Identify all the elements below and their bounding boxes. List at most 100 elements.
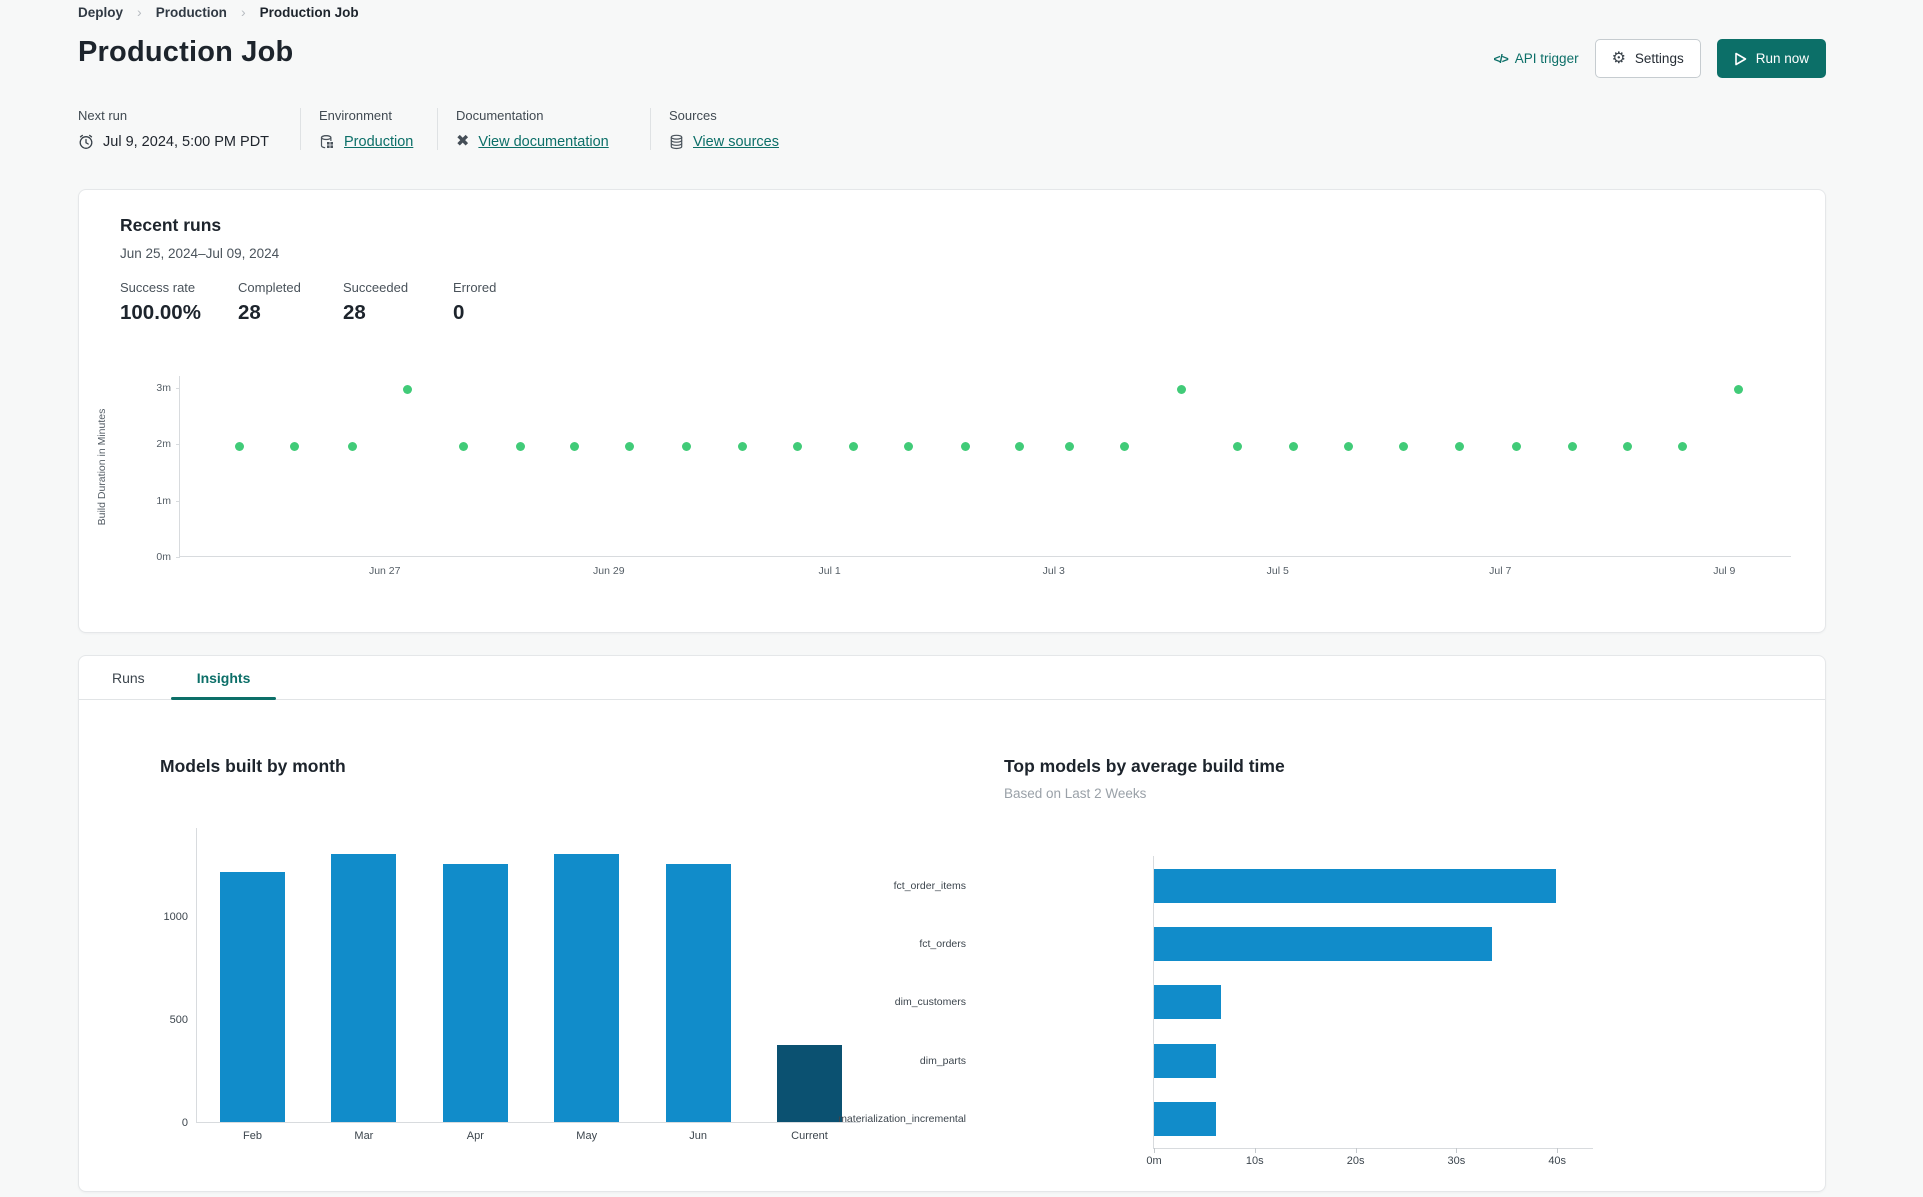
- sources-label: Sources: [669, 108, 717, 123]
- build-duration-plot-area: 3m 2m 1m 0m Jun 27 Jun 29 Jul 1 Jul 3 Jul 5 Jul 7…: [156, 376, 1791, 577]
- x-tick-label: 20s: [1346, 1155, 1365, 1167]
- run-duration-point[interactable]: [1511, 441, 1521, 451]
- next-run-label: Next run: [78, 108, 128, 123]
- clock-icon: [78, 134, 94, 150]
- run-duration-point[interactable]: [1232, 441, 1242, 451]
- run-duration-point[interactable]: [289, 441, 299, 451]
- run-duration-point[interactable]: [1734, 385, 1744, 395]
- build-time-bar-dim_customers[interactable]: [1154, 985, 1221, 1020]
- x-tick-mark: [1355, 1148, 1357, 1153]
- run-duration-point[interactable]: [904, 441, 914, 451]
- run-duration-point[interactable]: [235, 441, 245, 451]
- header-actions: </> API trigger ⚙ Settings Run now: [1493, 39, 1826, 78]
- x-tick-label: Jun 27: [368, 565, 401, 577]
- build-time-bar-fct_orders[interactable]: [1154, 927, 1492, 962]
- x-tick-mark: [1456, 1148, 1458, 1153]
- x-tick-mark: [1557, 1148, 1559, 1153]
- run-duration-point[interactable]: [960, 441, 970, 451]
- view-sources-link[interactable]: View sources: [693, 134, 779, 150]
- x-tick-label: 30s: [1447, 1155, 1466, 1167]
- x-tick-mark: [1254, 1148, 1256, 1153]
- documentation-label: Documentation: [456, 108, 544, 123]
- run-duration-point[interactable]: [681, 441, 691, 451]
- model-label-dim_customers: dim_customers: [894, 996, 966, 1009]
- x-tick-label: Jul 1: [818, 565, 841, 577]
- run-duration-point[interactable]: [515, 441, 525, 451]
- y-tick-label: 1m: [156, 494, 171, 507]
- y-tick-mark: [176, 557, 180, 558]
- run-now-label: Run now: [1755, 51, 1809, 66]
- x-tick-label: 40s: [1548, 1155, 1567, 1167]
- run-duration-point[interactable]: [1120, 441, 1130, 451]
- meta-sources: Sources View sources: [650, 108, 809, 150]
- run-duration-point[interactable]: [1344, 441, 1354, 451]
- run-duration-point[interactable]: [738, 441, 748, 451]
- meta-environment: Environment Production: [300, 108, 437, 150]
- model-label-fct_orders: fct_orders: [919, 938, 966, 951]
- view-documentation-link[interactable]: View documentation: [478, 134, 608, 150]
- dbt-docs-icon: ✖: [456, 133, 470, 150]
- run-duration-point[interactable]: [1289, 441, 1299, 451]
- run-duration-point[interactable]: [1399, 441, 1408, 451]
- environment-database-icon: [319, 134, 335, 150]
- run-duration-point[interactable]: [402, 385, 412, 395]
- x-tick-label: Jul 3: [1042, 565, 1065, 577]
- y-tick-mark: [176, 444, 180, 446]
- x-tick-label: 10s: [1245, 1155, 1264, 1167]
- run-duration-point[interactable]: [459, 441, 469, 451]
- settings-button[interactable]: ⚙ Settings: [1594, 39, 1701, 78]
- run-duration-point[interactable]: [849, 441, 859, 451]
- gear-icon: ⚙: [1611, 49, 1626, 67]
- top-models-x-axis-line: [1153, 1148, 1593, 1149]
- code-icon: </>: [1493, 51, 1508, 66]
- settings-label: Settings: [1634, 51, 1684, 66]
- x-tick-label: Jul 5: [1266, 565, 1289, 577]
- x-tick-label: Jun 29: [593, 565, 625, 577]
- next-run-value: Jul 9, 2024, 5:00 PM PDT: [103, 134, 270, 150]
- run-duration-point[interactable]: [1065, 441, 1075, 451]
- model-label-materialization_incremental: materialization_incremental: [838, 1112, 966, 1125]
- run-duration-point[interactable]: [1623, 441, 1633, 451]
- y-tick-label: 3m: [156, 382, 171, 394]
- breadcrumb: Deploy › Production › Production Job: [78, 4, 359, 20]
- y-tick-mark: [176, 388, 180, 389]
- build-time-bar-materialization_incremental[interactable]: [1154, 1101, 1217, 1136]
- breadcrumb-item-production[interactable]: Production: [156, 5, 227, 20]
- recent-runs-card: Recent runs Jun 25, 2024–Jul 09, 2024 Su…: [78, 189, 1826, 633]
- run-now-button[interactable]: Run now: [1716, 39, 1826, 78]
- run-duration-point[interactable]: [1015, 441, 1025, 451]
- run-duration-point[interactable]: [1568, 441, 1578, 451]
- breadcrumb-item-deploy[interactable]: Deploy: [78, 5, 123, 20]
- job-meta-row: Next run Jul 9, 2024, 5:00 PM PDT Enviro…: [78, 108, 809, 150]
- api-trigger-label: API trigger: [1514, 51, 1579, 66]
- build-duration-chart: Build Duration in Minutes 3m 2m 1m 0m Jun 27…: [79, 190, 1825, 632]
- run-duration-point[interactable]: [792, 441, 802, 451]
- api-trigger-button[interactable]: </> API trigger: [1493, 51, 1578, 66]
- run-duration-point[interactable]: [570, 441, 580, 451]
- run-duration-point[interactable]: [625, 441, 635, 451]
- run-duration-point[interactable]: [347, 441, 357, 451]
- run-duration-point[interactable]: [1677, 441, 1687, 451]
- chevron-right-icon: ›: [240, 4, 246, 20]
- meta-documentation: Documentation ✖ View documentation: [437, 108, 650, 150]
- page-title: Production Job: [78, 36, 294, 68]
- run-duration-point[interactable]: [1455, 441, 1465, 451]
- build-duration-y-axis-label: Build Duration in Minutes: [96, 408, 108, 526]
- x-tick-label: Jul 7: [1489, 565, 1512, 577]
- build-time-bar-dim_parts[interactable]: [1154, 1043, 1217, 1078]
- meta-next-run: Next run Jul 9, 2024, 5:00 PM PDT: [78, 108, 300, 150]
- job-detail-card: Runs Insights Models built by month 0 500…: [78, 655, 1826, 1192]
- run-duration-point[interactable]: [1176, 385, 1186, 395]
- x-tick-mark: [1154, 1148, 1155, 1153]
- build-time-bar-fct_order_items[interactable]: [1154, 869, 1557, 903]
- y-tick-mark: [176, 500, 180, 502]
- y-tick-label: 2m: [156, 438, 171, 451]
- model-label-dim_parts: dim_parts: [919, 1054, 966, 1067]
- chevron-right-icon: ›: [137, 4, 142, 20]
- environment-link[interactable]: Production: [344, 134, 413, 150]
- breadcrumb-item-production-job: Production Job: [259, 4, 359, 20]
- environment-label: Environment: [319, 108, 392, 123]
- top-models-plot: fct_order_items fct_orders dim_customers di…: [79, 656, 1825, 1191]
- sources-database-icon: [669, 134, 684, 150]
- x-tick-label: 0m: [1146, 1155, 1162, 1167]
